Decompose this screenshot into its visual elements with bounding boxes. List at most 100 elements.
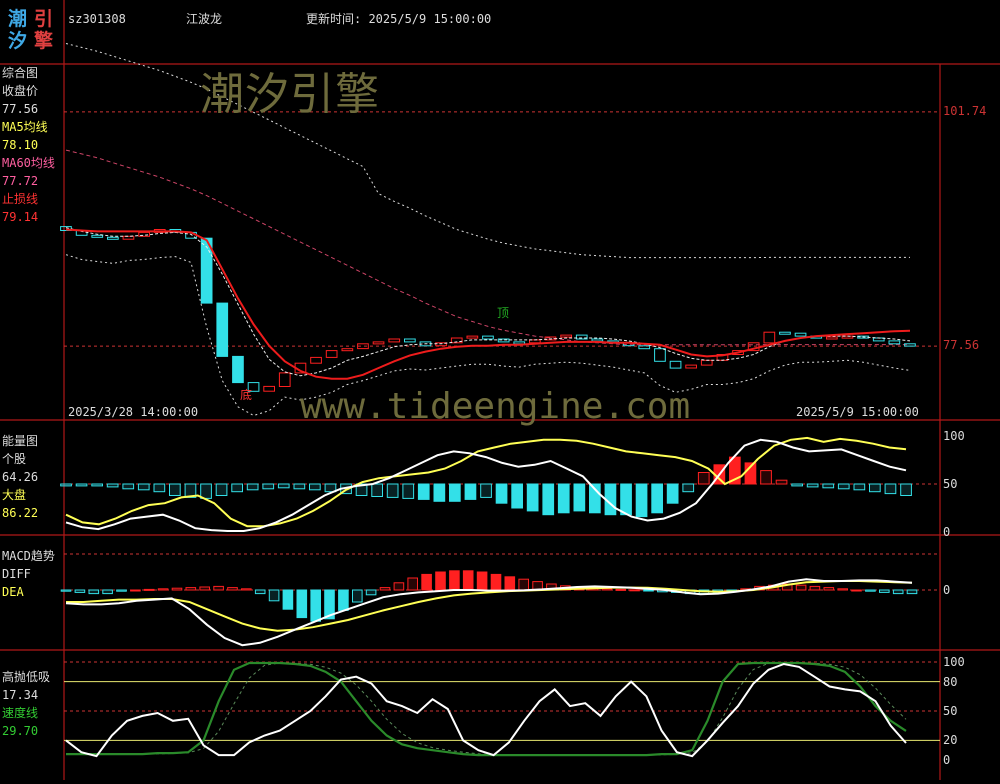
energy-bar-2: [91, 483, 104, 487]
main-date-start: 2025/3/28 14:00:00: [68, 405, 199, 419]
macd-legend-0: MACD趋势: [2, 549, 55, 563]
tideengine-logo: 潮 引 汐 擎: [6, 6, 58, 56]
energy-bar-13: [262, 483, 275, 490]
macd-bar-7: [157, 588, 169, 591]
macd-bar-1: [74, 589, 86, 593]
macd-bar-6: [143, 588, 155, 591]
macd-bar-21: [352, 589, 363, 603]
main-legend-7: 止损线: [2, 192, 39, 206]
candle-16: [310, 356, 322, 364]
macd-bar-28: [449, 570, 460, 591]
update-time: 更新时间: 2025/5/9 15:00:00: [306, 12, 492, 26]
macd-right-label-0: 0: [943, 583, 951, 597]
macd-legend-1: DIFF: [2, 567, 31, 581]
energy-bar-32: [557, 483, 570, 514]
macd-bar-59: [879, 589, 890, 593]
macd-bar-20: [338, 589, 349, 611]
main-legend-5: MA60均线: [2, 156, 55, 170]
macd-bar-5: [130, 589, 141, 592]
energy-bar-1: [75, 483, 88, 487]
macd-bar-0: [60, 589, 72, 592]
macd-bar-41: [629, 589, 640, 592]
energy-bar-54: [900, 483, 912, 496]
macd-bar-53: [795, 584, 807, 591]
kdj-right-label-1: 80: [943, 674, 958, 689]
candle-13: [263, 385, 275, 392]
speed-signal-line: [66, 662, 907, 756]
candle-39: [669, 360, 682, 369]
ma60-line: [65, 149, 910, 346]
macd-bar-12: [227, 587, 238, 591]
energy-bar-15: [293, 483, 306, 490]
main-right-label-0: 101.74: [943, 103, 987, 118]
macd-bar-22: [365, 589, 377, 596]
energy-right-label-0: 100: [943, 429, 965, 443]
candle-11: [232, 355, 244, 384]
energy-bar-53: [884, 483, 897, 495]
energy-bar-27: [480, 483, 492, 498]
candle-20: [372, 341, 385, 345]
kdj-right-label-3: 20: [943, 733, 958, 748]
candle-45: [763, 331, 776, 344]
stop-loss-line: [65, 228, 911, 380]
energy-bar-37: [635, 483, 648, 518]
macd-bar-14: [254, 589, 266, 595]
energy-bar-9: [200, 483, 212, 499]
energy-right-label-2: 0: [943, 525, 951, 539]
main-legend-3: MA5均线: [2, 120, 48, 134]
macd-bar-10: [199, 586, 210, 591]
kdj-legend-2: 速度线: [2, 706, 39, 720]
candle-26: [466, 335, 479, 339]
candle-4: [122, 235, 135, 240]
main-legend-1: 收盘价: [2, 84, 39, 98]
candle-34: [591, 338, 604, 342]
energy-bar-21: [386, 483, 399, 498]
macd-bar-40: [615, 588, 627, 591]
main-date-end: 2025/5/9 15:00:00: [796, 405, 919, 419]
macd-bar-13: [241, 588, 252, 591]
energy-bar-40: [682, 483, 695, 493]
macd-bar-3: [102, 589, 113, 595]
energy-bar-10: [215, 483, 228, 496]
candle-22: [404, 338, 416, 343]
macd-bar-18: [310, 589, 321, 622]
chart-workspace: 潮 引 汐 擎 sz301308 江波龙 更新时间: 2025/5/9 15:0…: [0, 0, 1000, 780]
energy-bar-0: [60, 483, 72, 487]
macd-legend-2: DEA: [2, 585, 24, 599]
macd-bar-31: [490, 573, 502, 591]
energy-bar-39: [666, 483, 679, 504]
candle-27: [482, 335, 494, 340]
candle-19: [357, 343, 369, 350]
candle-54: [904, 343, 916, 347]
candle-10: [216, 302, 229, 357]
energy-bar-50: [837, 483, 850, 490]
macd-bar-39: [601, 588, 613, 591]
speed-line: [66, 661, 907, 757]
energy-bar-36: [620, 483, 632, 516]
brand-watermark: 潮汐引擎: [200, 69, 380, 120]
stock-code: sz301308: [68, 12, 126, 26]
main-legend-4: 78.10: [2, 138, 39, 152]
macd-bar-55: [823, 587, 835, 591]
candle-21: [388, 338, 401, 343]
main-right-label-1: 77.56: [943, 338, 980, 353]
energy-bar-25: [449, 483, 461, 502]
energy-bar-14: [277, 483, 290, 489]
main-legend-8: 79.14: [2, 210, 39, 224]
logo-char-4: 擎: [34, 30, 54, 52]
ma5-line: [65, 227, 911, 377]
energy-bar-4: [122, 483, 135, 490]
energy-bar-45: [760, 470, 772, 485]
kdj-right-label-4: 0: [943, 753, 951, 767]
candle-17: [325, 350, 338, 358]
macd-bar-32: [504, 576, 516, 591]
macd-bar-11: [213, 585, 224, 591]
macd-bar-27: [435, 571, 446, 591]
kdj-legend-0: 高抛低吸: [2, 670, 51, 684]
macd-bar-30: [476, 571, 488, 591]
logo-char-3: 汐: [8, 30, 28, 52]
candle-47: [794, 332, 807, 337]
url-watermark: www.tideengine.com: [300, 386, 691, 427]
energy-bar-48: [806, 483, 819, 488]
candle-53: [888, 340, 901, 345]
